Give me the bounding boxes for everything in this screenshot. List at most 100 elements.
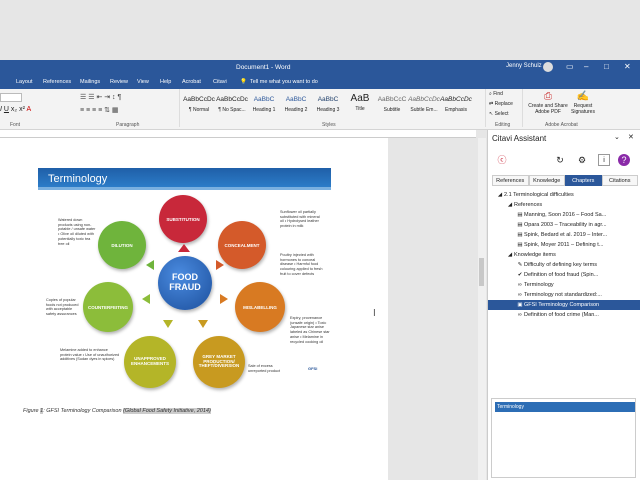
- arrow-right-icon: [216, 260, 224, 270]
- tree-item[interactable]: ✎ Difficulty of defining key terms: [488, 260, 640, 270]
- tell-me-box[interactable]: Tell me what you want to do: [250, 79, 318, 85]
- circle-dilution: DILUTION: [98, 221, 146, 269]
- tab-layout[interactable]: Layout: [16, 79, 33, 85]
- menu-bar: Layout References Mailings Review View H…: [0, 76, 640, 89]
- vertical-scrollbar[interactable]: [478, 138, 486, 480]
- figure-caption[interactable]: Figure 1: GFSI Terminology Comparison (G…: [23, 408, 211, 414]
- arrow-up-icon: [178, 244, 190, 252]
- tree-item[interactable]: ▤Opara 2003 – Traceability in agr...: [488, 220, 640, 230]
- acrobat-group-label: Adobe Acrobat: [545, 122, 578, 128]
- tree-item[interactable]: ∞ Terminology: [488, 280, 640, 290]
- paragraph-group-label: Paragraph: [116, 122, 140, 128]
- tree-item-label: Spink, Moyer 2011 – Defining t...: [524, 242, 604, 248]
- find-button[interactable]: ⌕ Find: [489, 91, 503, 97]
- info-icon[interactable]: i: [598, 154, 610, 166]
- style-title[interactable]: AaB Title: [344, 93, 376, 117]
- tree-item-label: GFSI Terminology Comparison: [524, 302, 600, 308]
- terminology-figure[interactable]: Terminology SUBSTITUTION CONCEALMENT MIS…: [38, 168, 331, 388]
- replace-button[interactable]: ⇄ Replace: [489, 101, 513, 107]
- tab-knowledge[interactable]: Knowledge: [528, 175, 565, 186]
- style-emphasis[interactable]: AaBbCcDc Emphasis: [440, 93, 472, 117]
- request-signatures-button[interactable]: ✍ Request Signatures: [570, 91, 596, 115]
- tree-item-label: Terminology: [524, 282, 554, 288]
- tree-item[interactable]: ◢ Knowledge items: [488, 250, 640, 260]
- tree-item-label: Spink, Bedard et al. 2019 – Inter...: [524, 232, 608, 238]
- close-icon[interactable]: ✕: [624, 62, 631, 71]
- ruler[interactable]: [0, 130, 476, 138]
- tab-citations[interactable]: Citations: [601, 175, 638, 186]
- citavi-toolbar: ⓒ ↻ ⚙ i ?: [488, 152, 640, 170]
- citavi-logo-icon[interactable]: ⓒ: [496, 154, 508, 166]
- circle-grey-market: GREY MARKET PRODUCTION/ THEFT/DIVERSION: [193, 336, 245, 388]
- help-icon[interactable]: ?: [618, 154, 630, 166]
- styles-group-label: Styles: [322, 122, 336, 128]
- font-size-box[interactable]: [0, 93, 22, 102]
- cursor-icon: ↖: [489, 111, 494, 117]
- tree-item[interactable]: ▣GFSI Terminology Comparison: [488, 300, 640, 310]
- tree-item[interactable]: ◢ References: [488, 200, 640, 210]
- divider: [179, 89, 180, 127]
- tree-item[interactable]: ∞ Terminology not standardized:...: [488, 290, 640, 300]
- style-heading-1[interactable]: AaBbC Heading 1: [248, 93, 280, 117]
- paragraph-icons[interactable]: ☰ ☰ ⇤ ⇥ ↕ ¶: [80, 93, 121, 101]
- tab-acrobat[interactable]: Acrobat: [182, 79, 201, 85]
- ribbon-display-icon[interactable]: ▭: [566, 62, 574, 71]
- tree-item-label: 2.1 Terminological difficulties: [504, 192, 574, 198]
- tree-item[interactable]: ∞ Definition of food crime (Man...: [488, 310, 640, 320]
- tree-item-label: Definition of food fraud (Spin...: [524, 272, 599, 278]
- tree-item-label: References: [514, 202, 543, 208]
- ribbon: I U x₂ x² A Font ☰ ☰ ⇤ ⇥ ↕ ¶ ≡ ≡ ≡ ≡ ⇅ ▦…: [0, 89, 640, 130]
- user-name[interactable]: Jenny Schulz: [506, 63, 542, 69]
- select-button[interactable]: ↖ Select: [489, 111, 509, 117]
- chevron-down-icon[interactable]: ⌄: [614, 133, 620, 141]
- gear-icon[interactable]: ⚙: [576, 154, 588, 166]
- tree-item-icon: ✎: [517, 262, 523, 268]
- style-subtitle[interactable]: AaBbCcC Subtitle: [376, 93, 408, 117]
- tab-references[interactable]: References: [43, 79, 71, 85]
- circle-unapproved-enhancements: UNAPPROVED ENHANCEMENTS: [124, 336, 176, 388]
- style-subtle-emphasis[interactable]: AaBbCcDc Subtle Em...: [408, 93, 440, 117]
- tree-item[interactable]: ▤Spink, Moyer 2011 – Defining t...: [488, 240, 640, 250]
- avatar[interactable]: [543, 62, 553, 72]
- tab-review[interactable]: Review: [110, 79, 128, 85]
- tree-item[interactable]: ✔ Definition of food fraud (Spin...: [488, 270, 640, 280]
- tree-item[interactable]: ◢ 2.1 Terminological difficulties: [488, 190, 640, 200]
- style-heading-3[interactable]: AaBbC Heading 3: [312, 93, 344, 117]
- tab-view[interactable]: View: [137, 79, 149, 85]
- figure-banner-title: Terminology: [48, 173, 108, 185]
- tab-citavi[interactable]: Citavi: [213, 79, 227, 85]
- document-page[interactable]: Terminology SUBSTITUTION CONCEALMENT MIS…: [0, 138, 388, 480]
- tree-item-icon: ◢: [497, 192, 503, 198]
- lightbulb-icon[interactable]: 💡: [240, 79, 247, 85]
- maximize-icon[interactable]: □: [604, 62, 609, 71]
- note-substitution: Sunflower oil partially substituted with…: [280, 210, 320, 229]
- style-normal[interactable]: AaBbCcDc ¶ Normal: [183, 93, 215, 117]
- replace-icon: ⇄: [489, 101, 494, 107]
- arrow-down-icon: [163, 320, 173, 328]
- alignment-icons[interactable]: ≡ ≡ ≡ ≡ ⇅ ▦: [80, 106, 119, 114]
- tree-item-icon: ◢: [507, 252, 513, 258]
- tab-help[interactable]: Help: [160, 79, 171, 85]
- citavi-pane: Citavi Assistant ⌄ ✕ ⓒ ↻ ⚙ i ? Reference…: [487, 130, 640, 480]
- refresh-icon[interactable]: ↻: [554, 154, 566, 166]
- scrollbar-thumb[interactable]: [479, 258, 484, 286]
- tree-item[interactable]: ▤Manning, Soon 2016 – Food Sa...: [488, 210, 640, 220]
- font-format-icons[interactable]: I U x₂ x² A: [0, 106, 31, 113]
- citavi-tabs: References Knowledge Chapters Citations: [492, 175, 638, 186]
- style-no-spacing[interactable]: AaBbCcDc ¶ No Spac...: [216, 93, 248, 117]
- tree-item-label: Knowledge items: [514, 252, 556, 258]
- preview-banner: Terminology: [495, 402, 635, 412]
- pdf-icon: ⎙: [544, 91, 552, 102]
- close-pane-icon[interactable]: ✕: [628, 133, 634, 141]
- tree-item-icon: ◢: [507, 202, 513, 208]
- tab-mailings[interactable]: Mailings: [80, 79, 100, 85]
- tree-item-icon: ∞: [518, 312, 522, 318]
- tree-item-label: Opara 2003 – Traceability in agr...: [524, 222, 607, 228]
- create-pdf-button[interactable]: ⎙ Create and Share Adobe PDF: [526, 91, 570, 115]
- tab-chapters[interactable]: Chapters: [565, 175, 602, 186]
- note-mislabelling: Expiry, provenance (unsafe origin) • Tox…: [290, 316, 330, 344]
- style-heading-2[interactable]: AaBbC Heading 2: [280, 93, 312, 117]
- minimize-icon[interactable]: –: [584, 62, 588, 71]
- tree-item[interactable]: ▤Spink, Bedard et al. 2019 – Inter...: [488, 230, 640, 240]
- tab-references[interactable]: References: [492, 175, 529, 186]
